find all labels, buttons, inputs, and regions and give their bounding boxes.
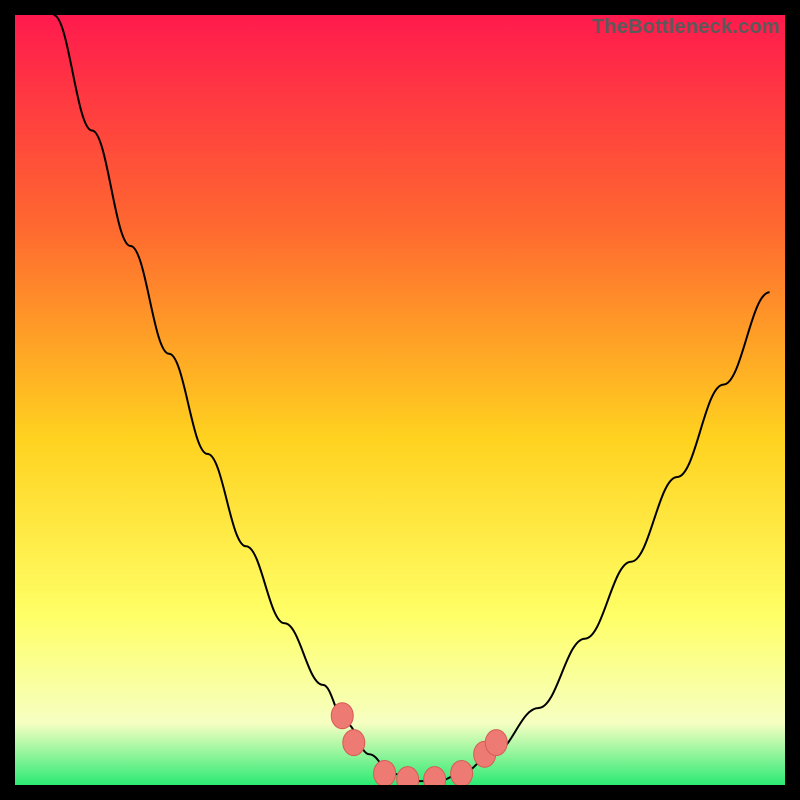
bottleneck-chart <box>15 15 785 785</box>
watermark-label: TheBottleneck.com <box>592 16 780 39</box>
marker-left-shoulder-top <box>331 703 353 729</box>
marker-right-shoulder-top <box>485 730 507 756</box>
marker-valley-left <box>374 760 396 785</box>
gradient-background <box>15 15 785 785</box>
marker-left-shoulder-mid <box>343 730 365 756</box>
plot-area <box>15 15 785 785</box>
marker-valley-right <box>451 760 473 785</box>
outer-frame: TheBottleneck.com <box>0 0 800 800</box>
